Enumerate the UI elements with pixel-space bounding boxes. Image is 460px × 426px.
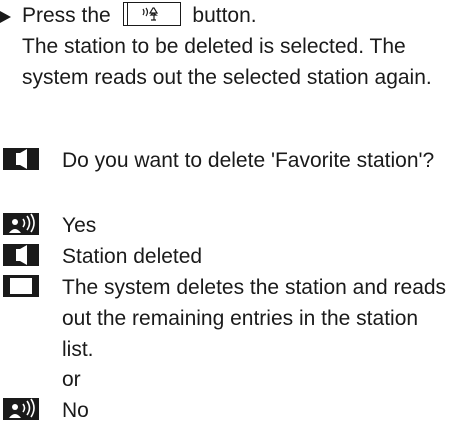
- instruction-step: Press the button. The station to be dele…: [0, 0, 460, 93]
- or-label: or: [62, 368, 81, 391]
- display-icon: [3, 275, 39, 297]
- dialog-text: The system deletes the station and reads…: [62, 276, 447, 361]
- dialog-text: Station deleted: [62, 245, 203, 268]
- dialog-text: Yes: [62, 214, 97, 237]
- speaker-icon: [3, 244, 39, 266]
- step-description: The station to be deleted is selected. T…: [22, 35, 432, 89]
- person-speaking-icon: [3, 213, 39, 235]
- dialog-text: No: [62, 399, 89, 422]
- person-speaking-icon: [3, 398, 39, 420]
- step-text-before: Press the: [22, 4, 111, 27]
- voice-control-button-icon: [122, 2, 181, 27]
- dialog-text: Do you want to delete 'Favorite station'…: [62, 149, 435, 172]
- step-line: Press the button.: [0, 0, 460, 31]
- step-text-after: button.: [192, 4, 257, 27]
- triangle-bullet-icon: [0, 11, 11, 23]
- speaker-icon: [3, 148, 39, 170]
